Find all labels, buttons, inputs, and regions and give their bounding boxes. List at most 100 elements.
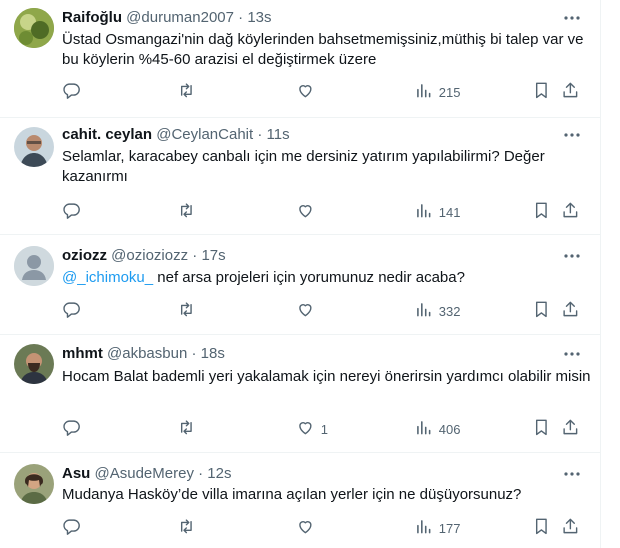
like-button[interactable] (296, 299, 321, 323)
views-icon (414, 201, 433, 223)
tweet[interactable]: cahit. ceylan @CeylanCahit · 11s Selamla… (0, 117, 600, 235)
bookmark-button[interactable] (532, 200, 551, 224)
tweet-text-rest: nef arsa projeleri için yorumunuz nedir … (153, 269, 465, 286)
bookmark-button[interactable] (532, 80, 551, 104)
tweet[interactable]: mhmt @akbasbun · 18s Hocam Balat bademli… (0, 334, 600, 453)
tweet-header: Raifoğlu @duruman2007 · 13s (62, 8, 272, 28)
retweet-icon (177, 300, 196, 322)
more-icon[interactable] (562, 246, 582, 266)
share-button[interactable] (561, 80, 580, 104)
more-icon[interactable] (562, 125, 582, 145)
view-count: 141 (438, 204, 461, 220)
author-handle[interactable]: @AsudeMerey (95, 465, 194, 482)
author-name[interactable]: mhmt (62, 345, 103, 362)
retweet-button[interactable] (177, 80, 196, 104)
share-button[interactable] (561, 299, 580, 323)
tweet[interactable]: Raifoğlu @duruman2007 · 13s Üstad Osmang… (0, 0, 600, 118)
author-handle[interactable]: @CeylanCahit (156, 126, 253, 143)
author-name[interactable]: Asu (62, 465, 90, 482)
timestamp[interactable]: 13s (247, 9, 271, 26)
share-icon (561, 517, 580, 539)
reply-icon (62, 517, 81, 539)
author-handle[interactable]: @duruman2007 (126, 9, 234, 26)
retweet-button[interactable] (177, 516, 196, 540)
tweet[interactable]: oziozz @ozioziozz · 17s @_ichimoku_ nef … (0, 234, 600, 335)
bookmark-button[interactable] (532, 516, 551, 540)
views-icon (414, 81, 433, 103)
like-icon (296, 300, 315, 322)
separator-dot: · (238, 9, 244, 26)
timestamp[interactable]: 11s (267, 126, 290, 143)
view-count: 177 (438, 520, 461, 536)
views-icon (414, 418, 433, 440)
view-count: 215 (438, 84, 461, 100)
tweet-actions: 1 406 (62, 417, 592, 441)
retweet-button[interactable] (177, 417, 196, 441)
separator-dot: · (257, 126, 263, 143)
reply-button[interactable] (62, 417, 81, 441)
tweet-header: mhmt @akbasbun · 18s (62, 344, 225, 364)
views-icon (414, 517, 433, 539)
bookmark-icon (532, 418, 551, 440)
tweet-header: oziozz @ozioziozz · 17s (62, 246, 226, 266)
retweet-button[interactable] (177, 299, 196, 323)
author-handle[interactable]: @ozioziozz (111, 247, 188, 264)
author-handle[interactable]: @akbasbun (107, 345, 187, 362)
views-button[interactable]: 141 (414, 200, 460, 224)
views-button[interactable]: 215 (414, 80, 460, 104)
views-button[interactable]: 406 (414, 417, 460, 441)
bookmark-button[interactable] (532, 299, 551, 323)
reply-button[interactable] (62, 200, 81, 224)
share-icon (561, 201, 580, 223)
retweet-icon (177, 418, 196, 440)
author-name[interactable]: cahit. ceylan (62, 126, 152, 143)
tweet-text: Hocam Balat bademli yeri yakalamak için … (62, 368, 591, 385)
bookmark-icon (532, 81, 551, 103)
timestamp[interactable]: 12s (207, 465, 231, 482)
like-button[interactable] (296, 200, 321, 224)
like-icon (296, 81, 315, 103)
tweet[interactable]: Asu @AsudeMerey · 12s Mudanya Hasköy’de … (0, 452, 600, 548)
mention-link[interactable]: @_ichimoku_ (62, 269, 153, 286)
like-button[interactable] (296, 516, 321, 540)
like-icon (296, 418, 315, 440)
author-name[interactable]: Raifoğlu (62, 9, 122, 26)
tweet-text: @_ichimoku_ nef arsa projeleri için yoru… (62, 268, 592, 288)
avatar[interactable] (14, 344, 54, 384)
retweet-icon (177, 517, 196, 539)
avatar[interactable] (14, 8, 54, 48)
reply-button[interactable] (62, 299, 81, 323)
more-icon[interactable] (562, 344, 582, 364)
share-button[interactable] (561, 417, 580, 441)
views-button[interactable]: 177 (414, 516, 460, 540)
avatar[interactable] (14, 127, 54, 167)
like-icon (296, 517, 315, 539)
like-button[interactable] (296, 80, 321, 104)
reply-button[interactable] (62, 516, 81, 540)
tweet-text: Selamlar, karacabey canbalı için me ders… (62, 148, 545, 185)
bookmark-icon (532, 517, 551, 539)
more-icon[interactable] (562, 464, 582, 484)
reply-icon (62, 201, 81, 223)
share-icon (561, 81, 580, 103)
tweet-header: cahit. ceylan @CeylanCahit · 11s (62, 125, 290, 145)
more-icon[interactable] (562, 8, 582, 28)
retweet-button[interactable] (177, 200, 196, 224)
tweet-actions: 141 (62, 200, 592, 224)
like-count: 1 (320, 421, 328, 437)
avatar[interactable] (14, 246, 54, 286)
reply-icon (62, 418, 81, 440)
avatar[interactable] (14, 464, 54, 504)
author-name[interactable]: oziozz (62, 247, 107, 264)
like-button[interactable]: 1 (296, 417, 328, 441)
share-button[interactable] (561, 516, 580, 540)
share-button[interactable] (561, 200, 580, 224)
tweet-text: Üstad Osmangazi'nin dağ köylerinden bahs… (62, 31, 584, 68)
reply-button[interactable] (62, 80, 81, 104)
view-count: 332 (438, 303, 461, 319)
timestamp[interactable]: 17s (201, 247, 225, 264)
tweet-actions: 177 (62, 516, 592, 540)
views-button[interactable]: 332 (414, 299, 460, 323)
bookmark-button[interactable] (532, 417, 551, 441)
timestamp[interactable]: 18s (201, 345, 225, 362)
